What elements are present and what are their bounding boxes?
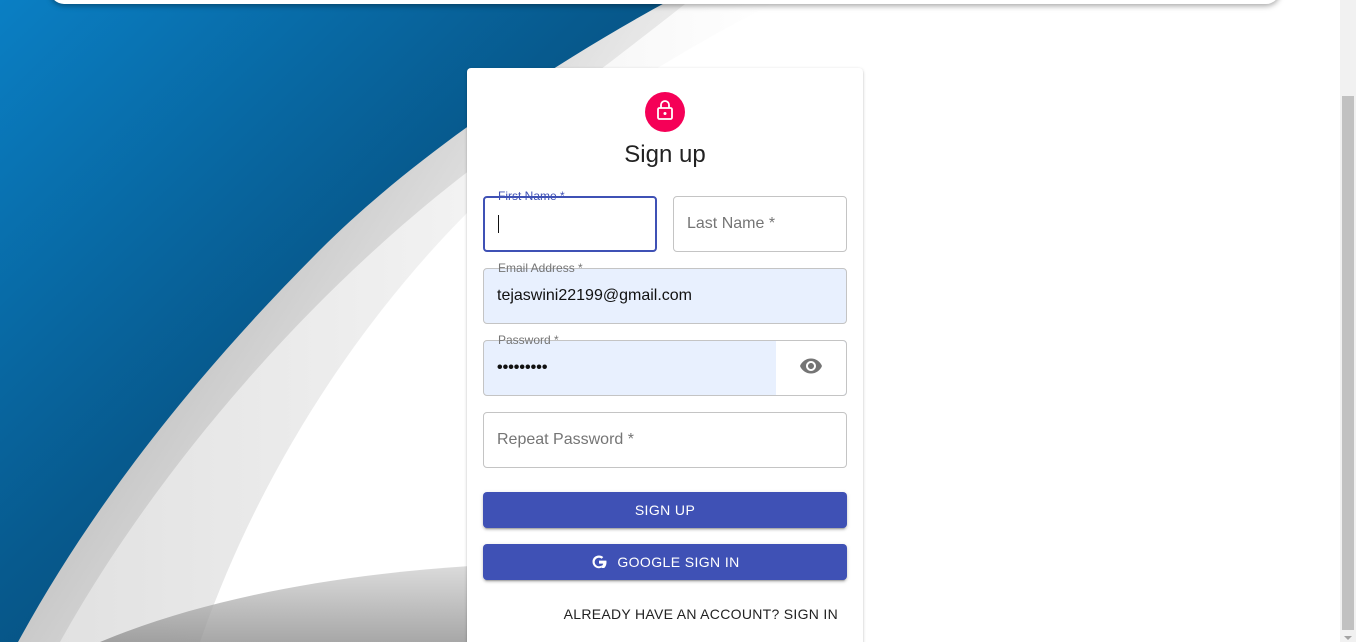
sign-up-button-label: SIGN UP: [634, 502, 696, 518]
vertical-scrollbar[interactable]: [1340, 0, 1356, 642]
email-field[interactable]: Email Address * tejaswini22199@gmail.com: [483, 261, 847, 324]
signup-card: Sign up First Name * Last Name * Email A…: [467, 68, 863, 642]
lock-avatar: [645, 92, 685, 132]
repeat-password-field[interactable]: Repeat Password *: [483, 412, 847, 468]
password-visibility-toggle[interactable]: [776, 341, 846, 395]
first-name-field[interactable]: First Name *: [483, 189, 657, 252]
email-label: Email Address *: [494, 261, 587, 275]
google-sign-in-button[interactable]: GOOGLE SIGN IN: [483, 544, 847, 580]
password-field[interactable]: Password * •••••••••: [483, 333, 847, 396]
scrollbar-thumb[interactable]: [1342, 96, 1354, 630]
eye-icon: [799, 354, 823, 383]
page-viewport: Sign up First Name * Last Name * Email A…: [0, 0, 1340, 642]
lock-icon: [655, 99, 675, 126]
password-label: Password *: [494, 333, 563, 347]
password-value: •••••••••: [497, 359, 548, 376]
scroll-down-arrow-icon[interactable]: [1344, 636, 1352, 640]
last-name-label: Last Name *: [687, 215, 776, 232]
text-caret: [498, 215, 499, 233]
email-value: tejaswini22199@gmail.com: [497, 287, 692, 304]
sign-in-link[interactable]: ALREADY HAVE AN ACCOUNT? SIGN IN: [564, 606, 838, 622]
page-title: Sign up: [624, 141, 706, 168]
sign-up-button[interactable]: SIGN UP: [483, 492, 847, 528]
last-name-field[interactable]: Last Name *: [673, 196, 847, 252]
repeat-password-label: Repeat Password *: [497, 431, 634, 448]
google-icon: [590, 553, 608, 571]
first-name-label: First Name *: [494, 189, 569, 203]
top-app-bar: [50, 0, 1280, 4]
google-sign-in-button-label: GOOGLE SIGN IN: [617, 554, 740, 570]
